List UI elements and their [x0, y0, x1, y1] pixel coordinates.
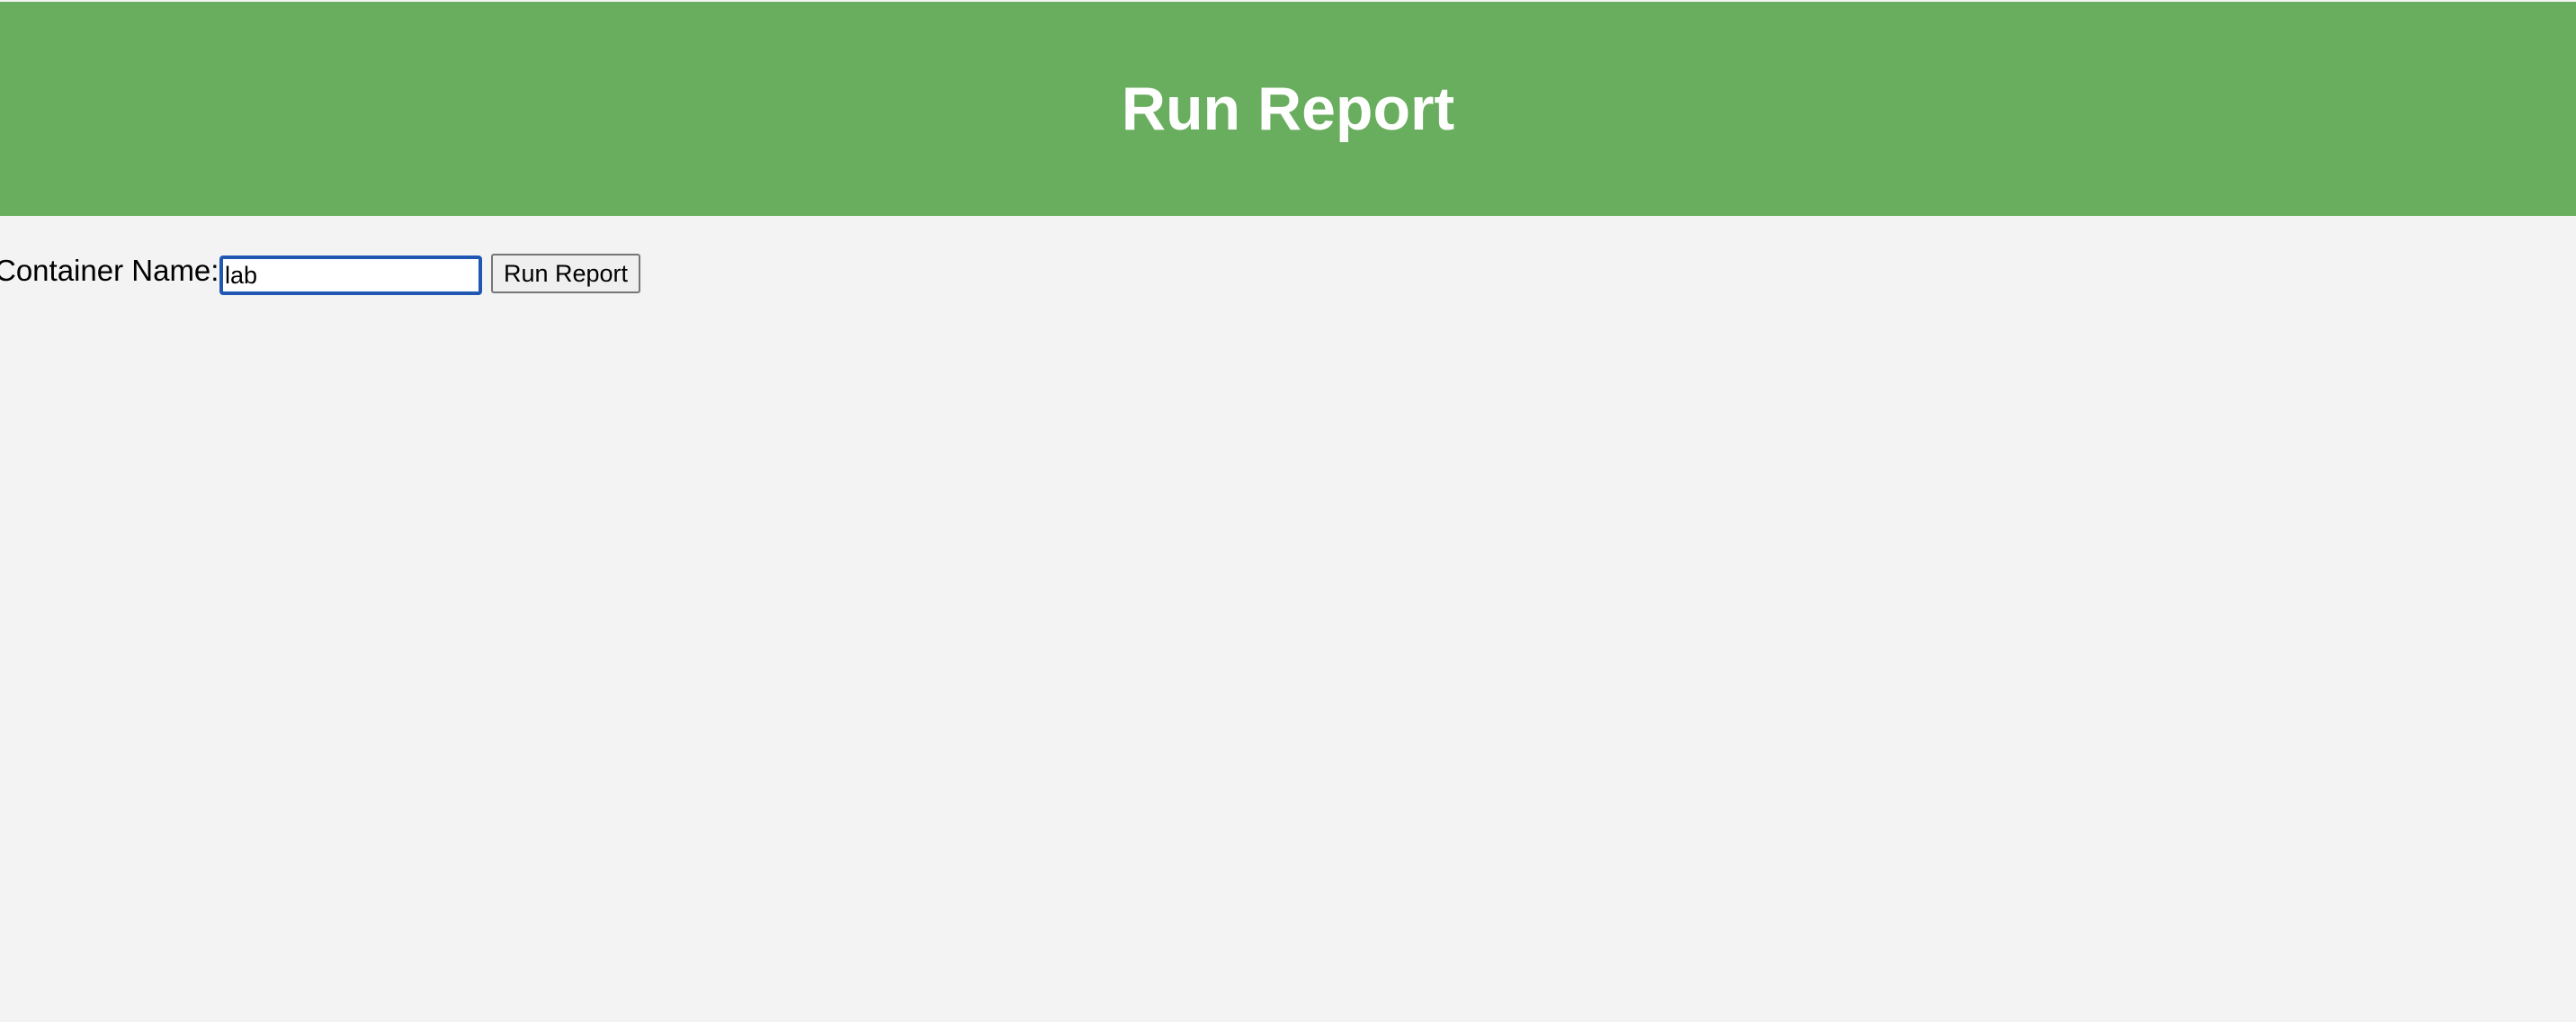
container-name-label: Container Name: — [0, 254, 219, 287]
page-header: Run Report — [0, 2, 2576, 216]
run-report-button[interactable]: Run Report — [491, 254, 640, 293]
container-name-input[interactable] — [219, 256, 482, 295]
page-title: Run Report — [1121, 75, 1455, 143]
